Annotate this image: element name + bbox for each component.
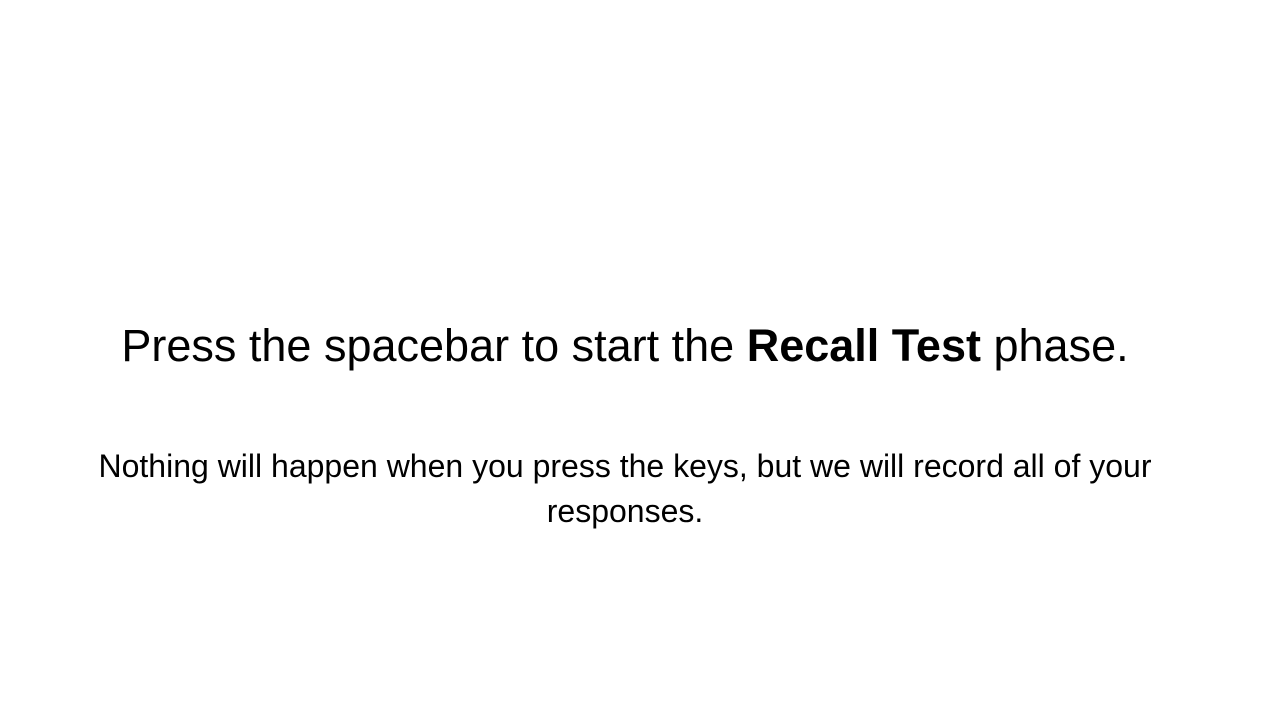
- instruction-suffix: phase.: [980, 320, 1129, 371]
- response-note: Nothing will happen when you press the k…: [98, 448, 1152, 529]
- instruction-slide: Press the spacebar to start the Recall T…: [0, 0, 1280, 720]
- instruction-prefix: Press the spacebar to start the: [121, 320, 747, 371]
- phase-name: Recall Test: [746, 320, 981, 371]
- start-instruction: Press the spacebar to start the Recall T…: [60, 318, 1190, 374]
